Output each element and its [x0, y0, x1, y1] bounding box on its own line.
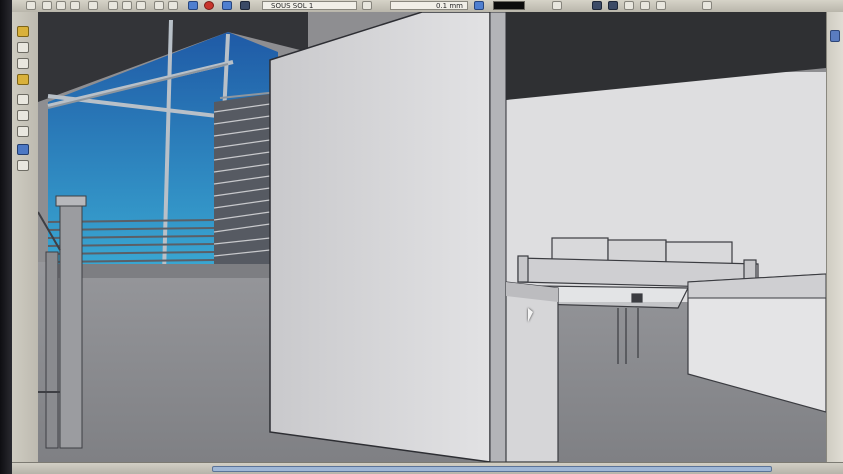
layer-settings-icon[interactable]: [362, 1, 372, 10]
paste-icon[interactable]: [136, 1, 146, 10]
camera-icon[interactable]: [640, 1, 650, 10]
render-icon[interactable]: [624, 1, 634, 10]
structural-column: [489, 12, 507, 462]
louvre-screen: [213, 94, 271, 268]
undo-icon[interactable]: [154, 1, 164, 10]
paint-tool-icon[interactable]: [17, 144, 29, 155]
grid-icon[interactable]: [592, 1, 602, 10]
vertical-scrollbar[interactable]: [826, 12, 843, 462]
horizontal-scrollbar[interactable]: [12, 462, 843, 474]
central-wall: [269, 12, 491, 462]
print-icon[interactable]: [88, 1, 98, 10]
select-tool-icon[interactable]: [26, 1, 36, 10]
light-icon[interactable]: [656, 1, 666, 10]
pen-color-swatch[interactable]: [493, 1, 525, 10]
rectangle-tool-icon[interactable]: [17, 94, 29, 105]
snap-icon[interactable]: [608, 1, 618, 10]
view-mode-icon[interactable]: [552, 1, 562, 10]
line-width-select[interactable]: 0.1 mm: [390, 1, 468, 10]
horizontal-scroll-thumb[interactable]: [212, 466, 772, 472]
cad-application-window: SOUS SOL 1 0.1 mm: [0, 0, 843, 474]
open-file-icon[interactable]: [56, 1, 66, 10]
scroll-up-arrow-icon[interactable]: [830, 30, 840, 42]
stop-icon[interactable]: [204, 1, 214, 10]
tool-palette: [12, 12, 39, 462]
door-tool-icon[interactable]: [17, 126, 29, 137]
new-file-icon[interactable]: [42, 1, 52, 10]
redo-icon[interactable]: [168, 1, 178, 10]
eyedropper-tool-icon[interactable]: [17, 160, 29, 171]
cut-icon[interactable]: [108, 1, 118, 10]
wall-tool-icon[interactable]: [17, 110, 29, 121]
zoom-tool-icon[interactable]: [17, 58, 29, 69]
help-icon[interactable]: [222, 1, 232, 10]
copy-icon[interactable]: [122, 1, 132, 10]
perspective-scene: [38, 12, 826, 462]
line-width-arrow-icon[interactable]: [474, 1, 484, 10]
walk-tool-icon[interactable]: [17, 74, 29, 85]
layer-select[interactable]: SOUS SOL 1: [262, 1, 357, 10]
layer-icon[interactable]: [240, 1, 250, 10]
monitor-bezel: [0, 0, 12, 474]
mouse-cursor-icon: [528, 308, 533, 322]
3d-viewport[interactable]: [38, 12, 826, 462]
pan-tool-icon[interactable]: [17, 42, 29, 53]
navigate-up-icon[interactable]: [188, 1, 198, 10]
save-file-icon[interactable]: [70, 1, 80, 10]
window-menu-icon[interactable]: [702, 1, 712, 10]
orbit-tool-icon[interactable]: [17, 26, 29, 37]
